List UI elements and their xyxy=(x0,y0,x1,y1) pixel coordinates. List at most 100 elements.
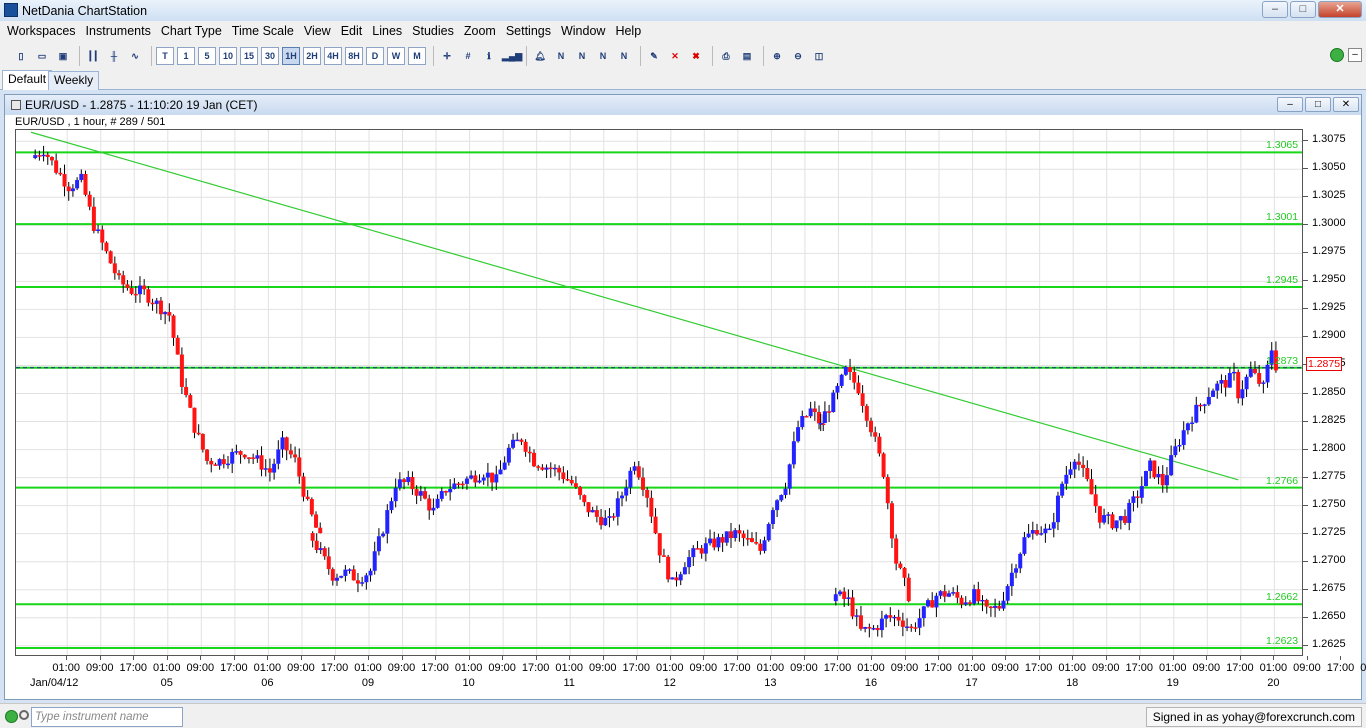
timeframe-2h-button[interactable]: 2H xyxy=(303,47,321,65)
timeframe-1m-button[interactable]: 1 xyxy=(177,47,195,65)
time-axis-label: 17:00 xyxy=(1125,662,1154,674)
chart-close-button[interactable]: ✕ xyxy=(1333,97,1359,112)
menu-workspaces[interactable]: Workspaces xyxy=(2,21,81,42)
time-axis-tick xyxy=(569,656,571,660)
alert-bell-icon[interactable]: 🔔︎ xyxy=(531,47,549,65)
candle-down xyxy=(251,457,256,459)
candle-down xyxy=(864,405,869,421)
timeframe-tick-button[interactable]: T xyxy=(156,47,174,65)
price-axis-tick xyxy=(1303,420,1308,422)
candle-down xyxy=(146,289,151,303)
zoom-out-icon[interactable]: ⊖ xyxy=(789,47,807,65)
candle-up xyxy=(854,615,859,617)
menu-lines[interactable]: Lines xyxy=(367,21,407,42)
chart-minimize-button[interactable]: – xyxy=(1277,97,1303,112)
print-icon[interactable]: ⎙ xyxy=(717,47,735,65)
menu-studies[interactable]: Studies xyxy=(407,21,459,42)
pitchfork-icon[interactable]: N xyxy=(615,47,633,65)
menu-zoom[interactable]: Zoom xyxy=(459,21,501,42)
minimize-button[interactable]: – xyxy=(1262,1,1288,18)
timeframe-10m-button[interactable]: 10 xyxy=(219,47,237,65)
candle-down xyxy=(909,626,914,629)
timeframe-1h-button[interactable]: 1H xyxy=(282,47,300,65)
gann-icon[interactable]: N xyxy=(573,47,591,65)
menu-window[interactable]: Window xyxy=(556,21,610,42)
save-icon[interactable]: ▣ xyxy=(54,47,72,65)
time-axis[interactable]: 01:00 09:00 17:00 01:00 09:00 17:00 01:00 09:00… xyxy=(15,656,1366,696)
chart-window-controls: – □ ✕ xyxy=(1277,97,1359,112)
menu-time-scale[interactable]: Time Scale xyxy=(227,21,299,42)
price-axis[interactable]: 1.3075 1.3050 1.3025 1.3000 1.2975 1.2950 1.29… xyxy=(1303,129,1361,656)
price-axis-tick xyxy=(1303,532,1308,534)
delete-line-icon[interactable]: ✕ xyxy=(666,47,684,65)
candle-down xyxy=(62,174,67,187)
candle-up xyxy=(946,593,951,597)
candle-down xyxy=(519,439,524,442)
tab-weekly[interactable]: Weekly xyxy=(48,71,100,90)
timeframe-8h-button[interactable]: 8H xyxy=(345,47,363,65)
candle-up xyxy=(397,479,402,488)
candle-up xyxy=(360,582,365,584)
candle-down xyxy=(150,302,155,305)
time-axis-tick xyxy=(166,656,168,660)
candle-down xyxy=(188,395,193,408)
timeframe-daily-button[interactable]: D xyxy=(366,47,384,65)
edit-line-icon[interactable]: ✎ xyxy=(645,47,663,65)
fibonacci-icon[interactable]: N xyxy=(552,47,570,65)
menu-chart-type[interactable]: Chart Type xyxy=(156,21,227,42)
time-axis-label: 09:00 xyxy=(1192,662,1221,674)
new-icon[interactable]: ▯ xyxy=(12,47,30,65)
toolbar-collapse-button[interactable]: – xyxy=(1348,48,1362,62)
candle-up xyxy=(485,472,490,478)
line-chart-icon[interactable]: ∿ xyxy=(126,47,144,65)
menu-edit[interactable]: Edit xyxy=(336,21,368,42)
maximize-button[interactable]: □ xyxy=(1290,1,1316,18)
tab-default[interactable]: Default xyxy=(2,70,53,90)
volume-icon[interactable]: ▂▄▆ xyxy=(501,47,522,65)
menu-settings[interactable]: Settings xyxy=(501,21,556,42)
timeframe-30m-button[interactable]: 30 xyxy=(261,47,279,65)
zoom-in-icon[interactable]: ⊕ xyxy=(768,47,786,65)
crosshair-icon[interactable]: ✛ xyxy=(438,47,456,65)
channel-icon[interactable]: N xyxy=(594,47,612,65)
level-label: 1.2873 xyxy=(1266,354,1299,367)
timeframe-4h-button[interactable]: 4H xyxy=(324,47,342,65)
menu-help[interactable]: Help xyxy=(610,21,646,42)
instrument-search-input[interactable] xyxy=(31,707,183,727)
candle-down xyxy=(133,293,138,296)
candlestick-icon[interactable]: ╫ xyxy=(105,47,123,65)
timeframe-15m-button[interactable]: 15 xyxy=(240,47,258,65)
chart-plot-area[interactable]: 1.3065 1.3001 1.2945 1.2873 1.2766 1.2662 1.26… xyxy=(15,129,1303,656)
time-axis-label: 01:00 xyxy=(656,662,684,674)
close-button[interactable]: ✕ xyxy=(1318,1,1362,18)
candle-down xyxy=(326,556,331,570)
candle-down xyxy=(900,620,905,627)
candle-down xyxy=(850,597,855,617)
date-axis-label: 06 xyxy=(261,677,274,689)
candle-up xyxy=(255,455,260,459)
candle-down xyxy=(351,569,356,581)
timeframe-weekly-button[interactable]: W xyxy=(387,47,405,65)
price-axis-tick xyxy=(1303,224,1308,226)
open-icon[interactable]: ▭ xyxy=(33,47,51,65)
chart-maximize-button[interactable]: □ xyxy=(1305,97,1331,112)
candle-down xyxy=(1123,516,1128,523)
print-preview-icon[interactable]: ▤ xyxy=(738,47,756,65)
time-axis-tick xyxy=(401,656,403,660)
menu-instruments[interactable]: Instruments xyxy=(81,21,156,42)
bar-chart-icon[interactable]: ┃┃ xyxy=(84,47,102,65)
time-axis-label: 17:00 xyxy=(1226,662,1254,674)
delete-all-lines-icon[interactable]: ✖ xyxy=(687,47,705,65)
candle-down xyxy=(175,337,180,355)
price-axis-tick xyxy=(1303,196,1308,198)
zoom-reset-icon[interactable]: ◫ xyxy=(810,47,828,65)
candle-down xyxy=(1035,530,1039,535)
grid-icon[interactable]: # xyxy=(459,47,477,65)
timeframe-monthly-button[interactable]: M xyxy=(408,47,426,65)
candle-down xyxy=(322,548,327,557)
info-icon[interactable]: ℹ xyxy=(480,47,498,65)
menu-view[interactable]: View xyxy=(299,21,336,42)
candle-down xyxy=(988,606,993,609)
timeframe-5m-button[interactable]: 5 xyxy=(198,47,216,65)
candle-down xyxy=(1085,468,1090,480)
